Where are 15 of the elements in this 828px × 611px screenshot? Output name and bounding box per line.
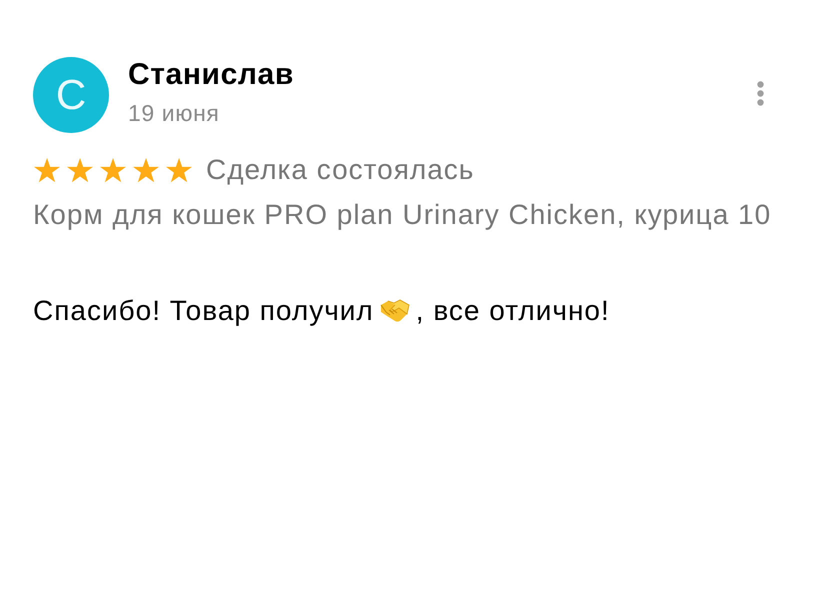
kebab-menu-icon [757, 81, 764, 106]
star-icon [133, 158, 159, 182]
star-icon [100, 158, 126, 182]
avatar: С [33, 57, 109, 133]
handshake-icon [380, 299, 410, 323]
product-name: Корм для кошек PRO plan Urinary Chicken, курица 10 [33, 198, 772, 232]
review-text: Спасибо! Товар получил [33, 294, 374, 328]
more-options-button[interactable] [755, 79, 766, 108]
star-icon [67, 158, 93, 182]
star-icon [166, 158, 192, 182]
deal-status: Сделка состоялась [206, 153, 474, 187]
author-name: Станислав [128, 58, 294, 92]
review-text: , все отлично! [416, 294, 610, 328]
review-date: 19 июня [128, 99, 220, 127]
star-icon [34, 158, 60, 182]
